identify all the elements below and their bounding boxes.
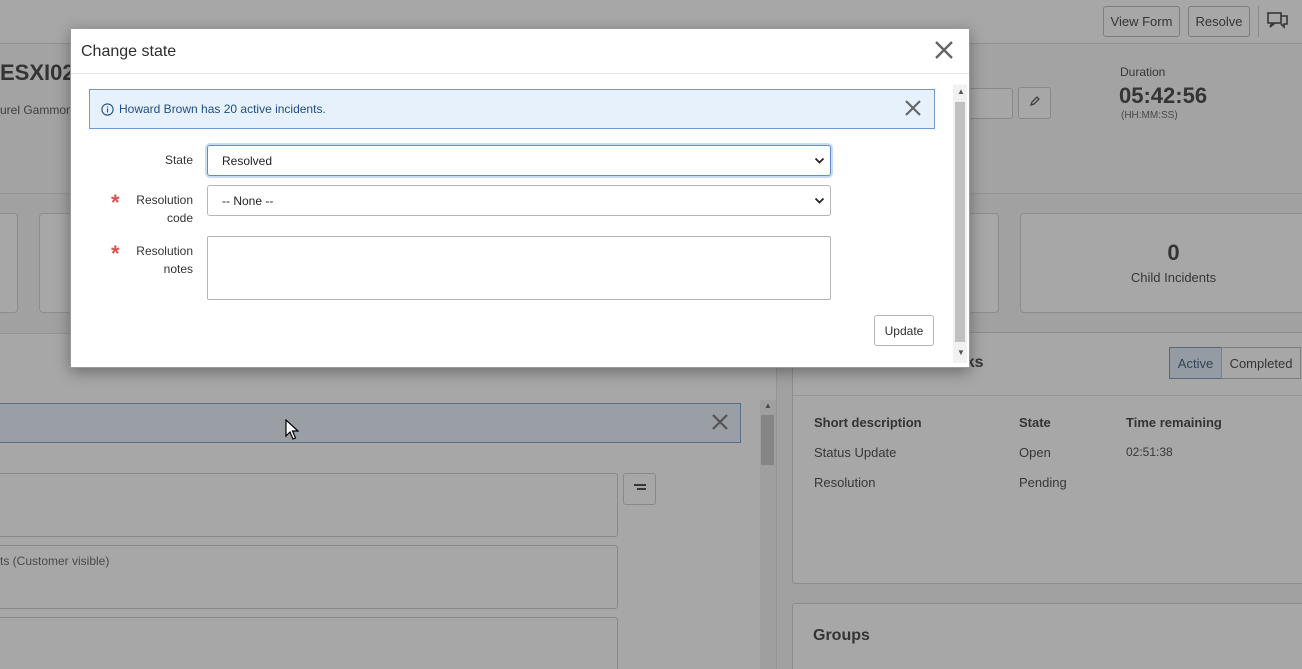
state-select-value: Resolved — [222, 153, 273, 168]
dialog-close-button[interactable] — [931, 39, 957, 65]
scroll-down-arrow-icon[interactable]: ▼ — [957, 348, 965, 357]
state-label: State — [164, 153, 193, 167]
change-state-dialog: Change state Howard Brown has 20 active … — [70, 28, 970, 368]
info-message-text: Howard Brown has 20 active incidents. — [119, 102, 326, 116]
mouse-cursor-icon — [285, 418, 300, 446]
resolution-code-label: Resolution code — [71, 191, 193, 227]
resolution-code-label-line2: code — [166, 211, 193, 225]
dialog-header: Change state — [71, 29, 969, 74]
chevron-down-icon — [814, 155, 825, 169]
info-circle-icon — [101, 103, 114, 121]
info-close-button[interactable] — [902, 99, 924, 121]
resolution-notes-label-line2: notes — [163, 262, 193, 276]
dialog-scrollbar-thumb[interactable] — [955, 102, 965, 342]
resolution-notes-textarea[interactable] — [207, 236, 831, 300]
close-icon — [934, 40, 954, 65]
close-icon — [904, 99, 922, 122]
state-select[interactable]: Resolved — [207, 145, 831, 176]
update-button[interactable]: Update — [874, 315, 934, 346]
resolution-notes-label-line1: Resolution — [136, 244, 193, 258]
resolution-code-select-value: -- None -- — [222, 193, 274, 208]
info-message: Howard Brown has 20 active incidents. — [89, 89, 935, 129]
scroll-up-arrow-icon[interactable]: ▲ — [957, 87, 965, 96]
dialog-title: Change state — [81, 43, 177, 60]
chevron-down-icon — [814, 195, 825, 209]
resolution-notes-label: Resolution notes — [71, 242, 193, 278]
resolution-code-select[interactable]: -- None -- — [207, 185, 831, 216]
resolution-code-label-line1: Resolution — [136, 193, 193, 207]
